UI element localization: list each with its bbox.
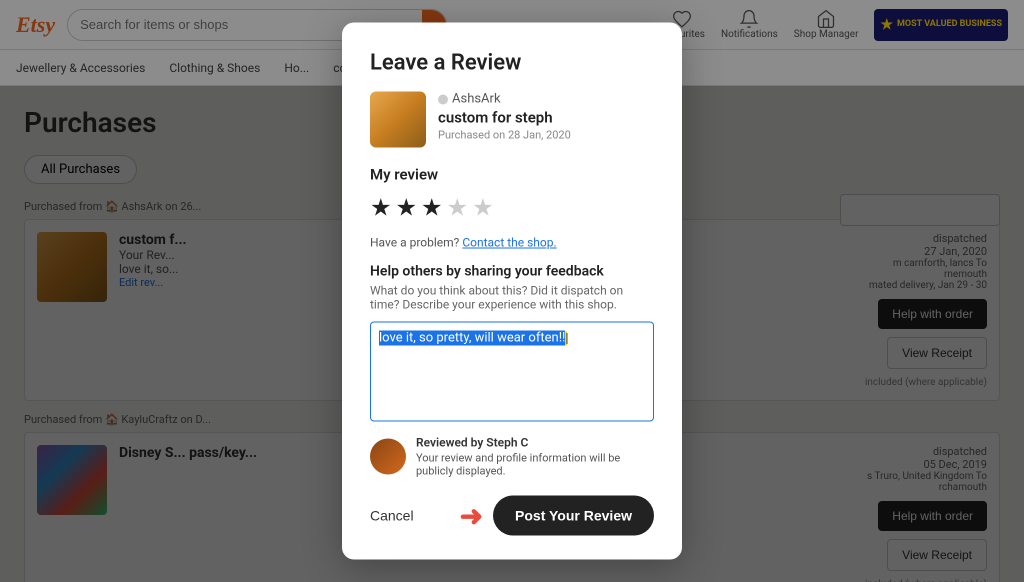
product-header: AshsArk custom for steph Purchased on 28… <box>370 92 654 148</box>
star-3[interactable]: ★ <box>421 194 443 222</box>
shop-icon <box>438 94 448 104</box>
post-review-button[interactable]: Post Your Review <box>493 496 654 536</box>
product-meta: AshsArk custom for steph Purchased on 28… <box>438 92 571 142</box>
star-1[interactable]: ★ <box>370 194 392 222</box>
contact-shop-link[interactable]: Contact the shop. <box>462 236 556 250</box>
product-name: custom for steph <box>438 109 571 127</box>
reviewer-info: Reviewed by Steph C Your review and prof… <box>416 436 654 478</box>
reviewer-name: Reviewed by Steph C <box>416 436 654 450</box>
star-4[interactable]: ★ <box>447 194 469 222</box>
purchased-date: Purchased on 28 Jan, 2020 <box>438 129 571 142</box>
modal-actions: Cancel ➜ Post Your Review <box>370 496 654 536</box>
problem-text: Have a problem? Contact the shop. <box>370 236 654 250</box>
product-thumbnail <box>370 92 426 148</box>
arrow-icon: ➜ <box>460 499 483 532</box>
feedback-heading: Help others by sharing your feedback <box>370 264 654 280</box>
reviewer-row: Reviewed by Steph C Your review and prof… <box>370 436 654 478</box>
shop-name: AshsArk <box>438 92 571 107</box>
public-notice: Your review and profile information will… <box>416 452 654 478</box>
modal-title: Leave a Review <box>370 51 654 76</box>
my-review-label: My review <box>370 166 654 184</box>
post-btn-wrapper: ➜ Post Your Review <box>460 496 654 536</box>
star-5[interactable]: ★ <box>472 194 494 222</box>
feedback-sublabel: What do you think about this? Did it dis… <box>370 284 654 312</box>
review-modal: Leave a Review AshsArk custom for steph … <box>342 23 682 560</box>
star-rating[interactable]: ★ ★ ★ ★ ★ <box>370 194 654 222</box>
reviewer-avatar <box>370 439 406 475</box>
star-2[interactable]: ★ <box>396 194 418 222</box>
review-text-display[interactable]: love it, so pretty, will wear often!!| <box>370 322 654 422</box>
cancel-button[interactable]: Cancel <box>370 508 414 524</box>
